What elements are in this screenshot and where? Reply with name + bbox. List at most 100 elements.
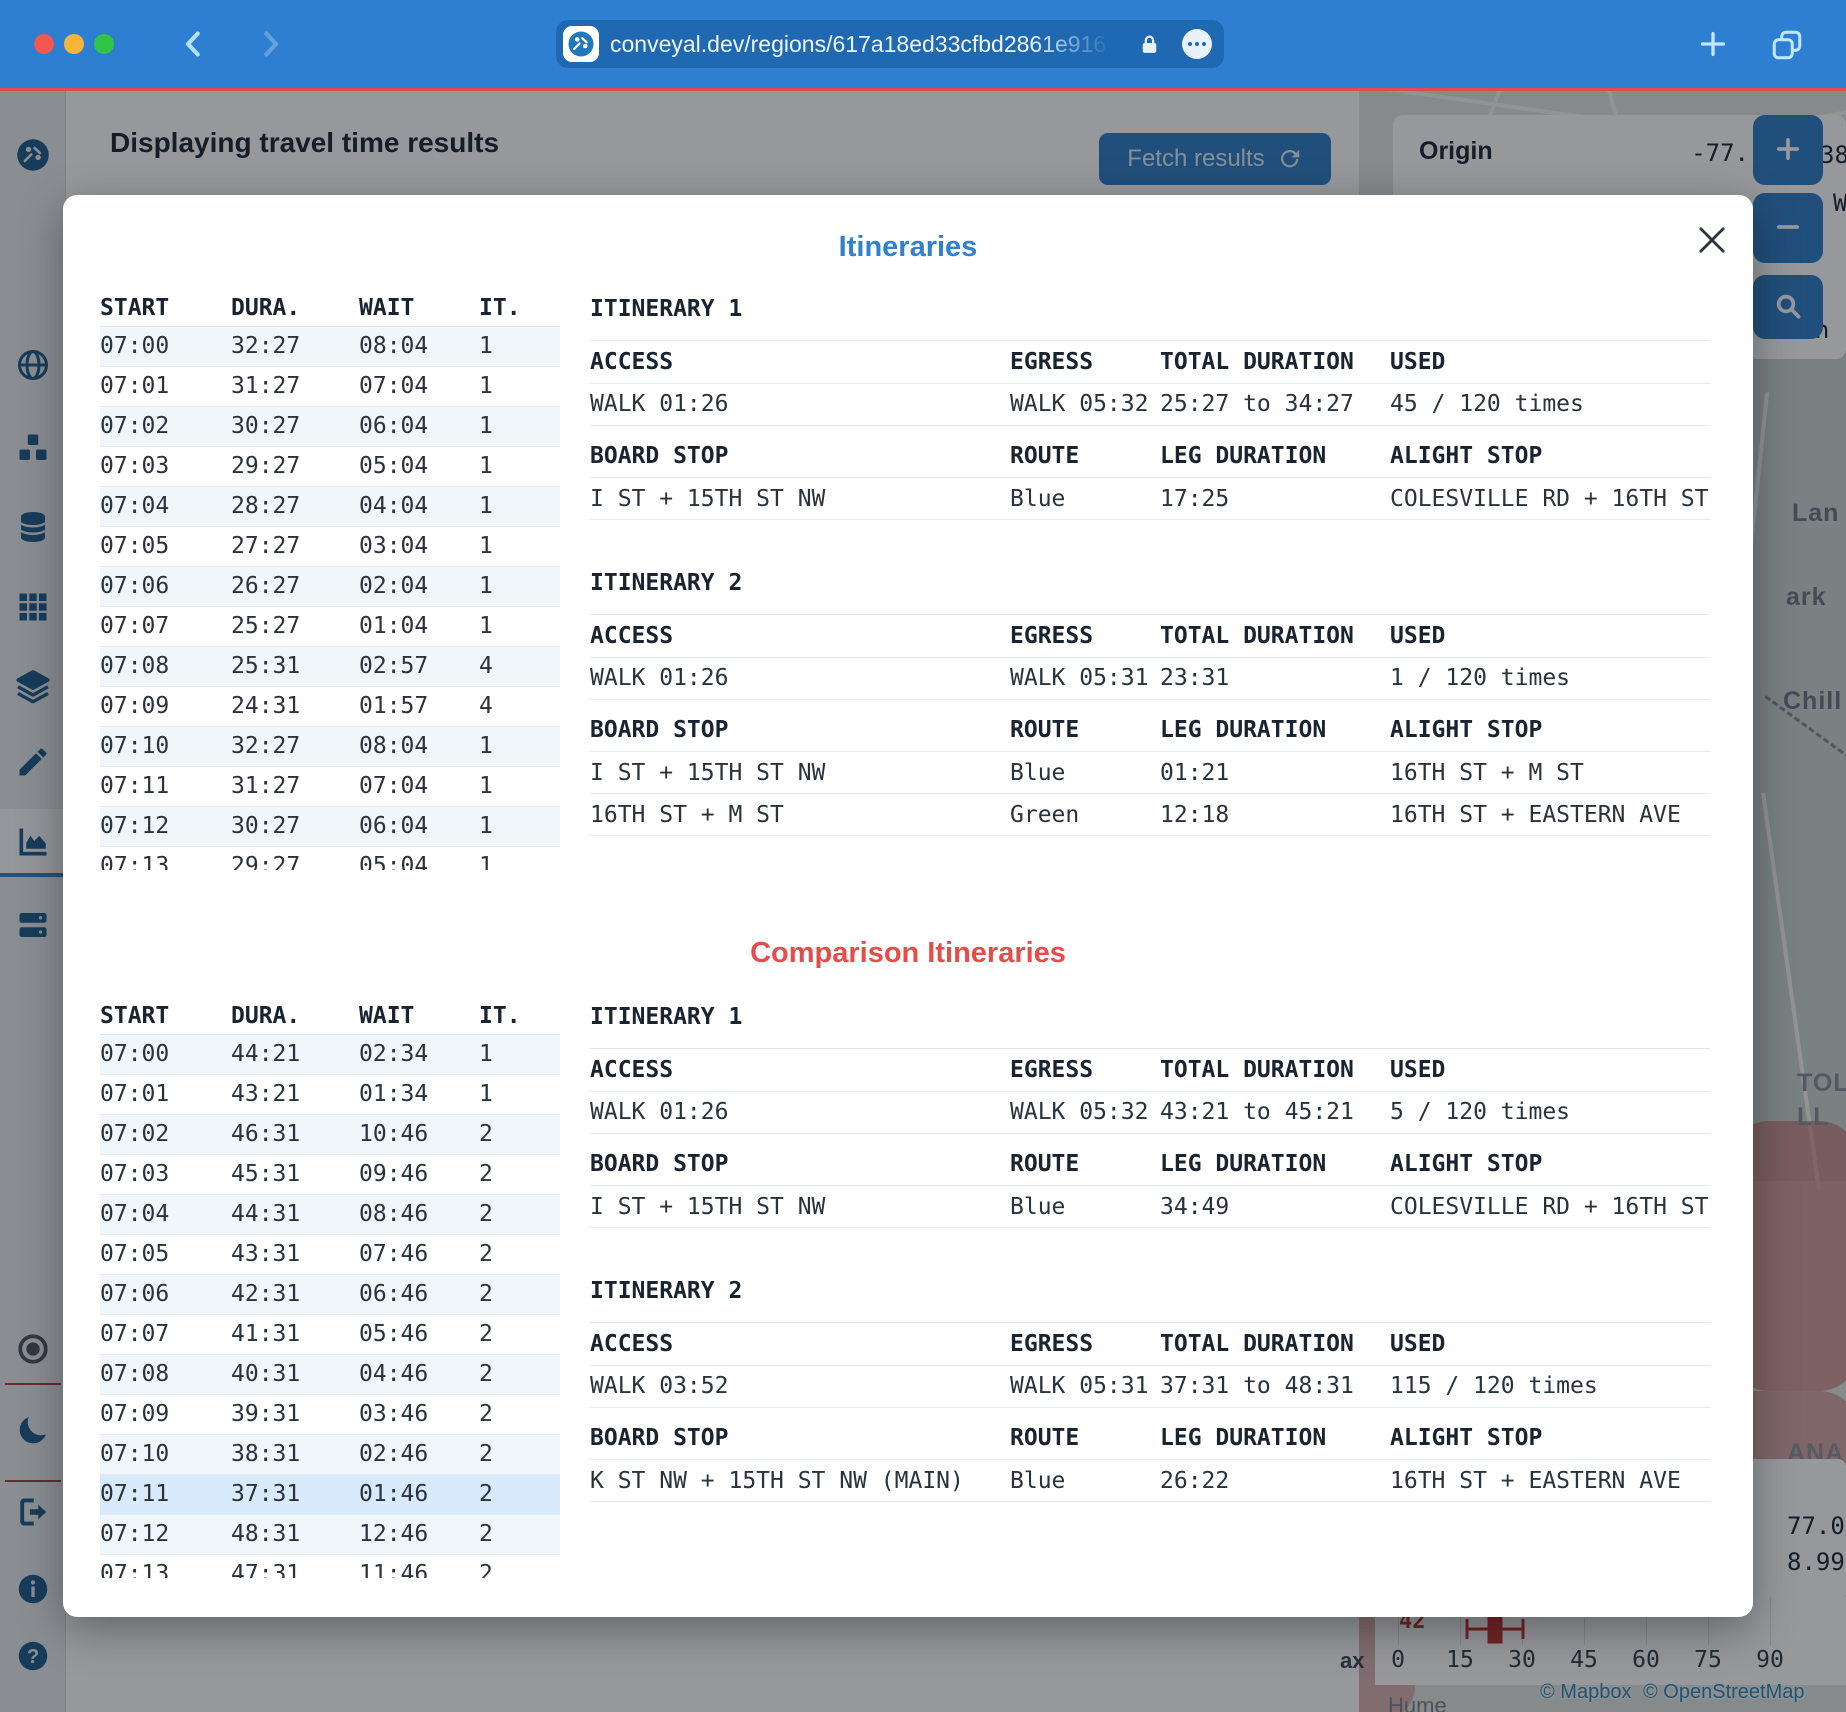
legs-cell: Green <box>1010 794 1160 836</box>
schedule-row[interactable]: 07:1137:3101:462 <box>100 1474 560 1514</box>
summary-header: USED <box>1390 615 1710 657</box>
schedule-cell: 40:31 <box>231 1354 359 1394</box>
back-icon[interactable] <box>176 26 212 62</box>
schedule-row[interactable]: 07:1329:2705:041 <box>100 846 560 870</box>
schedule-row[interactable]: 07:0032:2708:041 <box>100 326 560 366</box>
legs-row: 16TH ST + M STGreen12:1816TH ST + EASTER… <box>590 794 1710 836</box>
schedule-cell: 45:31 <box>231 1154 359 1194</box>
url-fade <box>1030 20 1110 68</box>
summary-header: EGRESS <box>1010 615 1160 657</box>
schedule-row[interactable]: 07:1131:2707:041 <box>100 766 560 806</box>
schedule-cell: 07:03 <box>100 1154 231 1194</box>
summary-cell: WALK 05:31 <box>1010 657 1160 699</box>
schedule-cell: 07:04 <box>100 486 231 526</box>
schedule-row[interactable]: 07:0626:2702:041 <box>100 566 560 606</box>
summary-row: WALK 01:26WALK 05:3225:27 to 34:2745 / 1… <box>590 383 1710 425</box>
schedule-cell: 1 <box>479 566 560 606</box>
address-bar[interactable]: conveyal.dev/regions/617a18ed33cfbd2861e… <box>556 20 1224 68</box>
forward-icon[interactable] <box>252 26 288 62</box>
schedule-row[interactable]: 07:1248:3112:462 <box>100 1514 560 1554</box>
schedule-cell: 44:31 <box>231 1194 359 1234</box>
comparison-itinerary-details: ITINERARY 1ACCESSEGRESSTOTAL DURATIONUSE… <box>590 998 1710 1502</box>
schedule-cell: 07:08 <box>100 1354 231 1394</box>
schedule-cell: 07:08 <box>100 646 231 686</box>
schedule-cell: 04:04 <box>359 486 479 526</box>
schedule-column-header: IT. <box>479 998 560 1034</box>
tab-overview-icon[interactable] <box>1769 27 1805 63</box>
schedule-row[interactable]: 07:0345:3109:462 <box>100 1154 560 1194</box>
schedule-cell: 07:12 <box>100 806 231 846</box>
zoom-window-button[interactable] <box>94 34 114 54</box>
schedule-cell: 32:27 <box>231 326 359 366</box>
comparison-schedule-table: STARTDURA.WAITIT. 07:0044:2102:34107:014… <box>100 998 562 1578</box>
close-icon[interactable] <box>1693 221 1731 259</box>
schedule-row[interactable]: 07:0725:2701:041 <box>100 606 560 646</box>
schedule-cell: 2 <box>479 1274 560 1314</box>
schedule-row[interactable]: 07:0044:2102:341 <box>100 1034 560 1074</box>
schedule-row[interactable]: 07:1032:2708:041 <box>100 726 560 766</box>
new-tab-icon[interactable] <box>1695 26 1731 62</box>
schedule-cell: 1 <box>479 406 560 446</box>
top-accent-strip <box>0 88 1846 91</box>
schedule-row[interactable]: 07:0230:2706:041 <box>100 406 560 446</box>
schedule-cell: 07:12 <box>100 1514 231 1554</box>
summary-header: ACCESS <box>590 341 1010 383</box>
schedule-cell: 1 <box>479 326 560 366</box>
primary-itinerary-details: ITINERARY 1ACCESSEGRESSTOTAL DURATIONUSE… <box>590 290 1710 836</box>
schedule-cell: 06:46 <box>359 1274 479 1314</box>
schedule-row[interactable]: 07:1038:3102:462 <box>100 1434 560 1474</box>
legs-table: BOARD STOPROUTELEG DURATIONALIGHT STOPK … <box>590 1418 1710 1503</box>
summary-table: ACCESSEGRESSTOTAL DURATIONUSEDWALK 01:26… <box>590 615 1710 700</box>
schedule-cell: 1 <box>479 486 560 526</box>
schedule-cell: 07:11 <box>100 1474 231 1514</box>
schedule-cell: 02:34 <box>359 1034 479 1074</box>
schedule-cell: 1 <box>479 766 560 806</box>
schedule-row[interactable]: 07:1347:3111:462 <box>100 1554 560 1578</box>
schedule-row[interactable]: 07:0825:3102:574 <box>100 646 560 686</box>
summary-header: TOTAL DURATION <box>1160 1049 1390 1091</box>
schedule-column-header: START <box>100 998 231 1034</box>
legs-header: BOARD STOP <box>590 710 1010 752</box>
summary-header: ACCESS <box>590 1323 1010 1365</box>
schedule-row[interactable]: 07:0143:2101:341 <box>100 1074 560 1114</box>
schedule-row[interactable]: 07:1230:2706:041 <box>100 806 560 846</box>
schedule-cell: 2 <box>479 1354 560 1394</box>
schedule-row[interactable]: 07:0527:2703:041 <box>100 526 560 566</box>
summary-cell: WALK 01:26 <box>590 383 1010 425</box>
schedule-row[interactable]: 07:0939:3103:462 <box>100 1394 560 1434</box>
reader-options-icon[interactable] <box>1182 29 1212 59</box>
legs-header: ROUTE <box>1010 436 1160 478</box>
schedule-cell: 1 <box>479 806 560 846</box>
close-window-button[interactable] <box>34 34 54 54</box>
schedule-row[interactable]: 07:0840:3104:462 <box>100 1354 560 1394</box>
schedule-cell: 37:31 <box>231 1474 359 1514</box>
schedule-cell: 42:31 <box>231 1274 359 1314</box>
schedule-column-header: DURA. <box>231 290 359 326</box>
schedule-cell: 10:46 <box>359 1114 479 1154</box>
schedule-row[interactable]: 07:0444:3108:462 <box>100 1194 560 1234</box>
schedule-column-header: WAIT <box>359 290 479 326</box>
schedule-row[interactable]: 07:0924:3101:574 <box>100 686 560 726</box>
legs-cell: COLESVILLE RD + 16TH ST <box>1390 1186 1710 1228</box>
site-favicon-icon <box>563 26 599 62</box>
summary-header: TOTAL DURATION <box>1160 341 1390 383</box>
schedule-row[interactable]: 07:0543:3107:462 <box>100 1234 560 1274</box>
schedule-cell: 03:04 <box>359 526 479 566</box>
summary-cell: WALK 05:31 <box>1010 1365 1160 1407</box>
schedule-cell: 02:04 <box>359 566 479 606</box>
schedule-cell: 07:05 <box>100 526 231 566</box>
schedule-row[interactable]: 07:0246:3110:462 <box>100 1114 560 1154</box>
schedule-cell: 07:01 <box>100 1074 231 1114</box>
legs-header: LEG DURATION <box>1160 710 1390 752</box>
schedule-row[interactable]: 07:0329:2705:041 <box>100 446 560 486</box>
summary-header: EGRESS <box>1010 1323 1160 1365</box>
schedule-row[interactable]: 07:0642:3106:462 <box>100 1274 560 1314</box>
schedule-cell: 07:06 <box>100 1274 231 1314</box>
comparison-title: Comparison Itineraries <box>63 937 1753 970</box>
schedule-row[interactable]: 07:0131:2707:041 <box>100 366 560 406</box>
minimize-window-button[interactable] <box>64 34 84 54</box>
itinerary-block: ITINERARY 1ACCESSEGRESSTOTAL DURATIONUSE… <box>590 998 1710 1228</box>
schedule-row[interactable]: 07:0428:2704:041 <box>100 486 560 526</box>
schedule-cell: 2 <box>479 1194 560 1234</box>
schedule-row[interactable]: 07:0741:3105:462 <box>100 1314 560 1354</box>
